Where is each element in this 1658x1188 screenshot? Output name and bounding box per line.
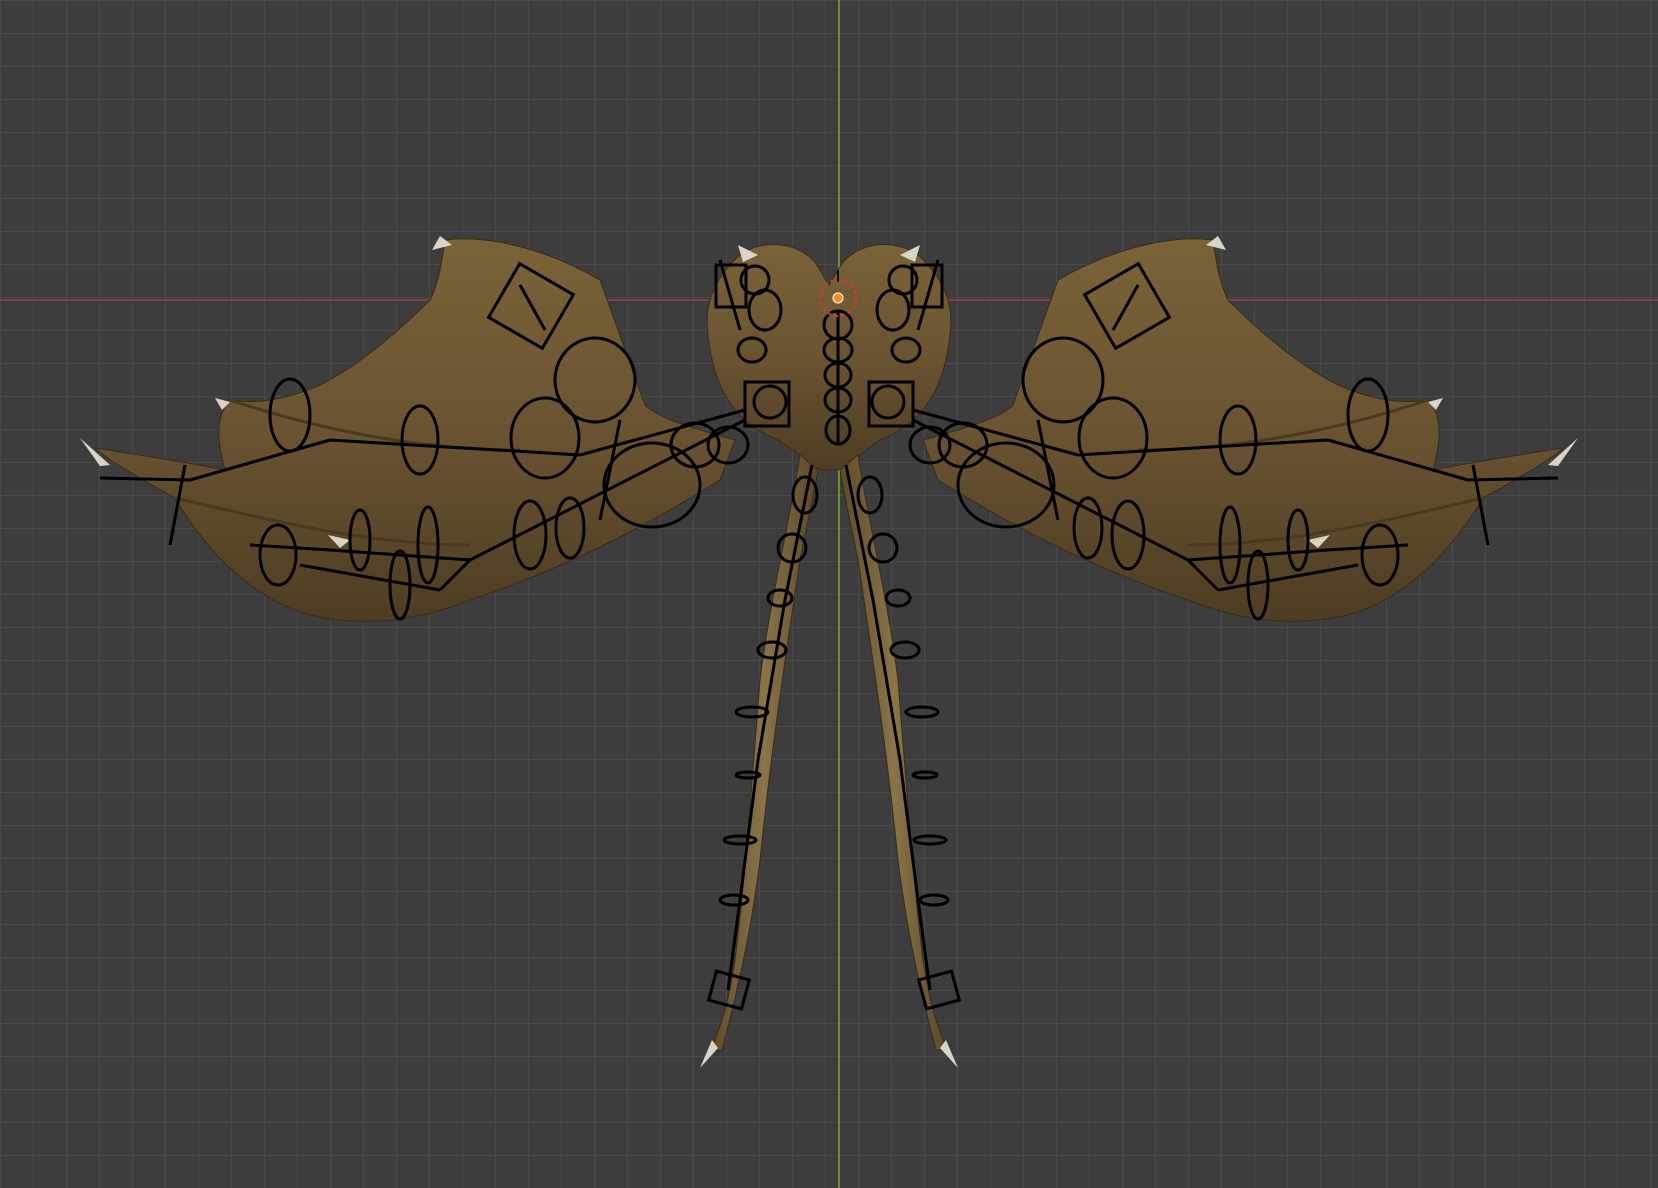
torso[interactable] [706,244,952,471]
origin-dot-icon [832,292,844,304]
dragon-model[interactable] [0,0,1658,1188]
3d-viewport[interactable] [0,0,1658,1188]
